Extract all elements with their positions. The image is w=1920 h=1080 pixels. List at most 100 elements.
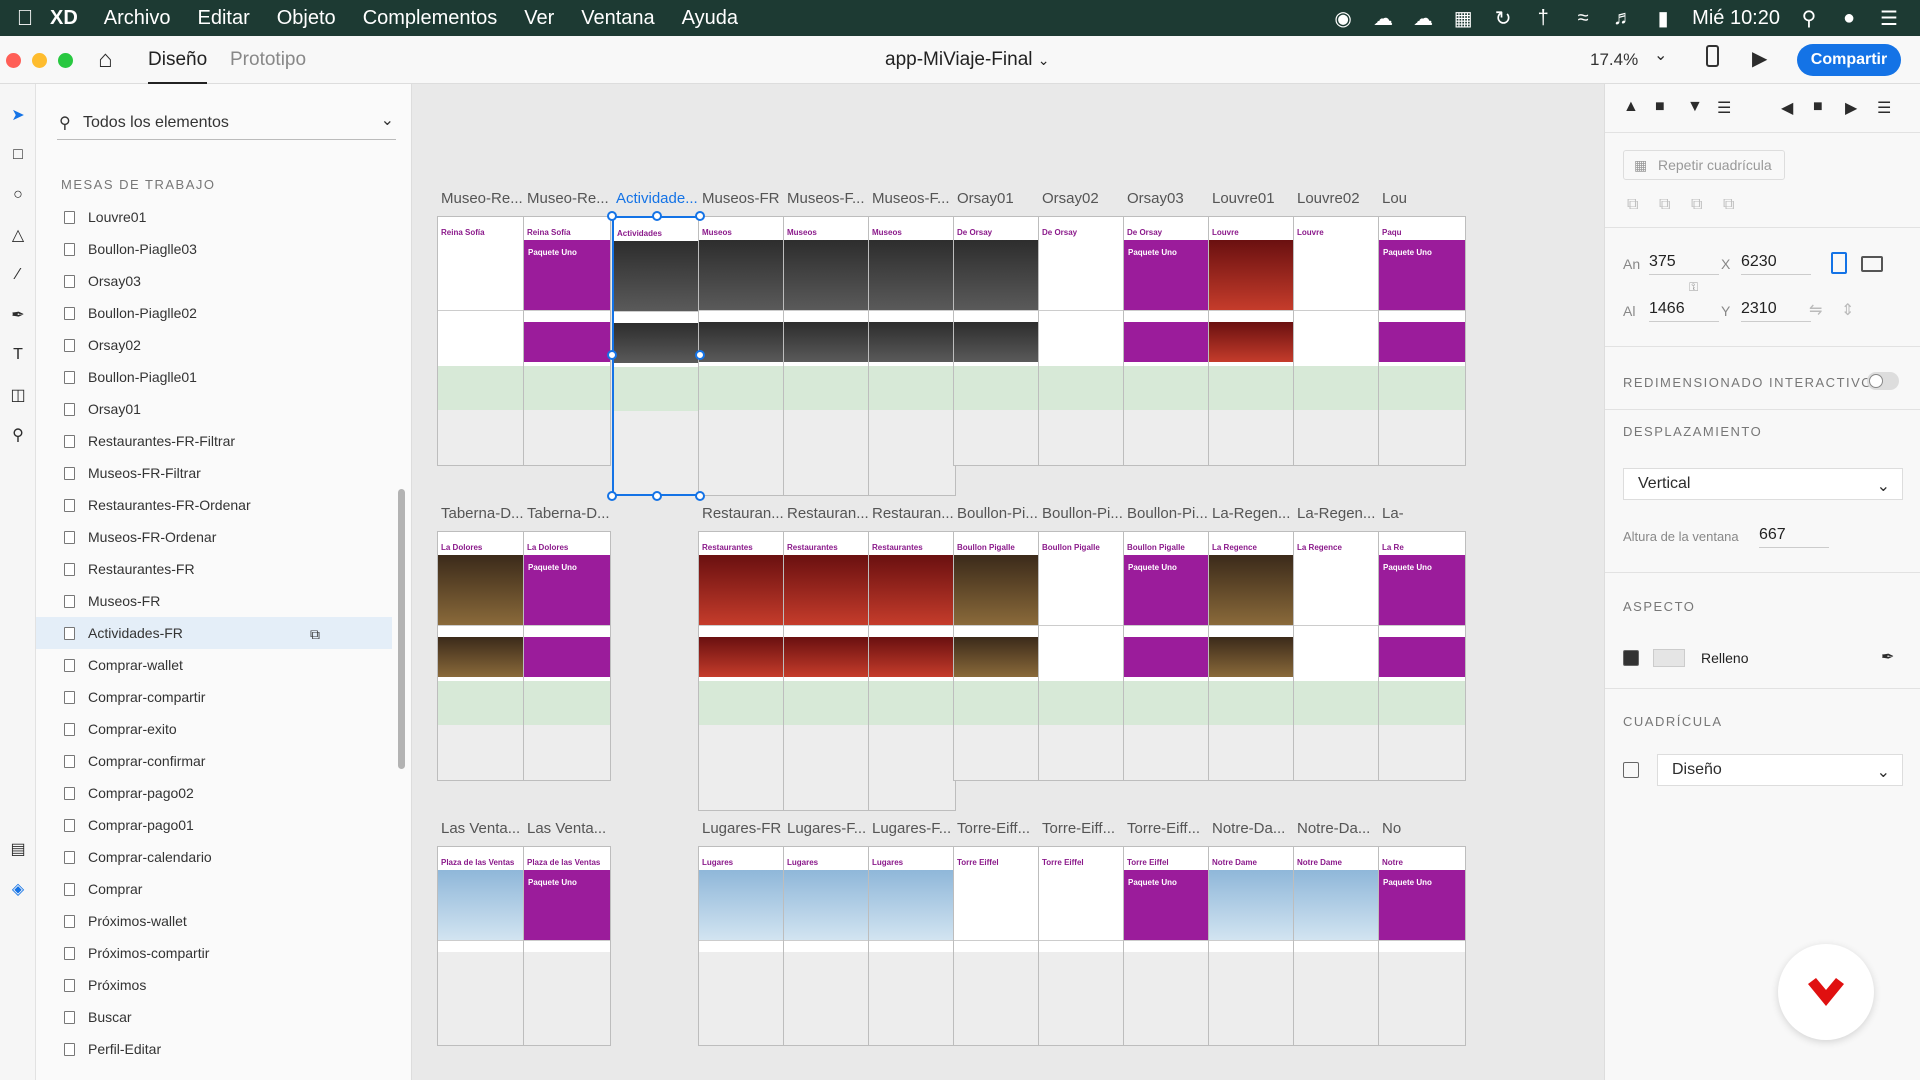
rectangle-tool-icon[interactable]: □: [5, 142, 31, 168]
artboard-list-item[interactable]: Buscar: [36, 1001, 392, 1033]
artboard-list-item[interactable]: Restaurantes-FR-Ordenar: [36, 489, 392, 521]
artboard-name[interactable]: Louvre02: [1297, 190, 1360, 207]
selection-handle[interactable]: [695, 211, 705, 221]
artboard-list-item[interactable]: Actividades-FR ⧉: [36, 617, 392, 649]
artboard-body[interactable]: De Orsay: [1038, 216, 1126, 466]
artboard-list-item[interactable]: Comprar-exito: [36, 713, 392, 745]
artboard-body[interactable]: Lugares: [783, 846, 871, 1046]
selection-handle[interactable]: [652, 211, 662, 221]
artboard-name[interactable]: Museos-FR: [702, 190, 780, 207]
menu-editar[interactable]: Editar: [198, 7, 250, 30]
boolean-intersect-icon[interactable]: ⧉: [1691, 196, 1702, 214]
battery-icon[interactable]: ▮: [1652, 8, 1674, 30]
selection-handle[interactable]: [607, 491, 617, 501]
artboard-body[interactable]: Restaurantes: [868, 531, 956, 811]
artboard-list-item[interactable]: Boullon-Piaglle01: [36, 361, 392, 393]
y-field[interactable]: 2310: [1741, 300, 1811, 322]
artboard-body[interactable]: Lugares: [698, 846, 786, 1046]
artboard-body[interactable]: La Dolores: [437, 531, 525, 781]
polygon-tool-icon[interactable]: △: [5, 222, 31, 248]
landscape-icon[interactable]: [1861, 256, 1883, 272]
text-tool-icon[interactable]: T: [5, 342, 31, 368]
zoom-level[interactable]: 17.4%: [1590, 50, 1638, 70]
menu-objeto[interactable]: Objeto: [277, 7, 336, 30]
artboard-body[interactable]: Notre Dame: [1293, 846, 1381, 1046]
artboard-list-item[interactable]: Próximos-wallet: [36, 905, 392, 937]
selection-handle[interactable]: [607, 211, 617, 221]
artboard-body[interactable]: Plaza de las Ventas: [437, 846, 525, 1046]
artboard-name[interactable]: Las Venta...: [441, 820, 520, 837]
artboard-name[interactable]: Louvre01: [1212, 190, 1275, 207]
menu-archivo[interactable]: Archivo: [104, 7, 171, 30]
creative-cloud-icon[interactable]: ☁: [1372, 8, 1394, 30]
device-preview-icon[interactable]: [1706, 45, 1719, 67]
artboard-body[interactable]: Torre Eiffel: [1038, 846, 1126, 1046]
minimize-window-button[interactable]: [32, 53, 47, 68]
artboard-body[interactable]: Lugares: [868, 846, 956, 1046]
artboard-name[interactable]: Lou: [1382, 190, 1407, 207]
artboard-name[interactable]: Taberna-D...: [441, 505, 524, 522]
artboard-name[interactable]: Orsay01: [957, 190, 1014, 207]
app-menu[interactable]: XD: [50, 7, 78, 30]
zoom-chevron-down-icon[interactable]: ⌄: [1654, 45, 1667, 65]
artboard-name[interactable]: Restauran...: [702, 505, 784, 522]
distribute-vertical-icon[interactable]: ☰: [1717, 98, 1731, 118]
artboard-body[interactable]: La Regence: [1293, 531, 1381, 781]
artboard-body[interactable]: Restaurantes: [783, 531, 871, 811]
artboard-list-item[interactable]: Comprar-pago01: [36, 809, 392, 841]
artboard-list-item[interactable]: Comprar-confirmar: [36, 745, 392, 777]
artboard-body[interactable]: La Re Paquete Uno: [1378, 531, 1466, 781]
artboard-list-item[interactable]: Orsay01: [36, 393, 392, 425]
artboard-body[interactable]: De Orsay: [953, 216, 1041, 466]
display-icon[interactable]: ▦: [1452, 8, 1474, 30]
align-top-icon[interactable]: ▲: [1623, 98, 1639, 116]
document-title[interactable]: app-MiViaje-Final ⌄: [885, 49, 1050, 71]
pen-tool-icon[interactable]: ✒: [5, 302, 31, 328]
artboard-name[interactable]: Museo-Re...: [527, 190, 609, 207]
grid-select[interactable]: Diseño ⌄: [1657, 754, 1903, 786]
fill-checkbox[interactable]: [1623, 650, 1639, 666]
artboard-list-item[interactable]: Comprar-calendario: [36, 841, 392, 873]
time-machine-icon[interactable]: ↻: [1492, 8, 1514, 30]
close-window-button[interactable]: [6, 53, 21, 68]
line-tool-icon[interactable]: ∕: [5, 262, 31, 288]
design-canvas[interactable]: Museo-Re... Reina Sofía Museo-Re... Reina S…: [412, 84, 1604, 1080]
align-bottom-icon[interactable]: ▼: [1687, 98, 1703, 116]
artboard-body[interactable]: Louvre: [1208, 216, 1296, 466]
play-icon[interactable]: ▶: [1752, 46, 1767, 71]
artboard-body[interactable]: La Dolores Paquete Uno: [523, 531, 611, 781]
artboard-list-item[interactable]: Próximos: [36, 969, 392, 1001]
artboard-body[interactable]: Museos: [698, 216, 786, 496]
tab-prototipo[interactable]: Prototipo: [230, 49, 306, 71]
artboard-body[interactable]: Boullon Pigalle Paquete Uno: [1123, 531, 1211, 781]
artboard-name[interactable]: Boullon-Pi...: [957, 505, 1038, 522]
artboard-name[interactable]: La-Regen...: [1212, 505, 1290, 522]
artboard-body[interactable]: De Orsay Paquete Uno: [1123, 216, 1211, 466]
eyedropper-icon[interactable]: ✒: [1881, 647, 1894, 667]
artboard-name[interactable]: Boullon-Pi...: [1127, 505, 1208, 522]
artboard-list-item[interactable]: Boullon-Piaglle02: [36, 297, 392, 329]
artboard-body[interactable]: Museos: [868, 216, 956, 496]
artboard-name[interactable]: Museos-F...: [872, 190, 950, 207]
artboard-list-item[interactable]: Museos-FR-Ordenar: [36, 521, 392, 553]
artboard-body[interactable]: Boullon Pigalle: [1038, 531, 1126, 781]
selection-handle[interactable]: [695, 350, 705, 360]
scrollbar[interactable]: [398, 489, 405, 769]
artboard-name[interactable]: Orsay02: [1042, 190, 1099, 207]
chevron-down-icon[interactable]: ⌄: [381, 110, 394, 130]
artboard-name[interactable]: Lugares-FR: [702, 820, 781, 837]
repeat-grid-button[interactable]: Repetir cuadrícula ▦: [1623, 150, 1785, 180]
artboard-list-item[interactable]: Comprar: [36, 873, 392, 905]
artboard-list-item[interactable]: Museos-FR-Filtrar: [36, 457, 392, 489]
artboard-body[interactable]: Reina Sofía: [437, 216, 525, 466]
bluetooth-icon[interactable]: †: [1532, 7, 1554, 29]
artboard-list-item[interactable]: Comprar-pago02: [36, 777, 392, 809]
artboard-name[interactable]: Torre-Eiff...: [1042, 820, 1115, 837]
artboard-list-item[interactable]: Próximos-compartir: [36, 937, 392, 969]
artboard-name[interactable]: Boullon-Pi...: [1042, 505, 1123, 522]
clock[interactable]: Mié 10:20: [1692, 7, 1780, 30]
control-center-icon[interactable]: ☰: [1878, 8, 1900, 30]
artboard-name[interactable]: Torre-Eiff...: [1127, 820, 1200, 837]
volume-icon[interactable]: ♬: [1612, 7, 1634, 29]
menu-ventana[interactable]: Ventana: [581, 7, 654, 30]
